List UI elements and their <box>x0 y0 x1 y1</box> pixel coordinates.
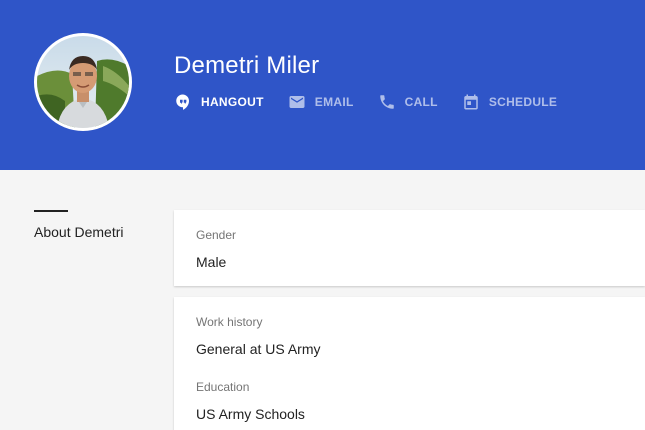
calendar-icon <box>464 94 478 110</box>
work-history-label: Work history <box>196 315 263 329</box>
phone-icon <box>379 95 394 109</box>
avatar[interactable] <box>34 33 132 131</box>
schedule-button[interactable]: SCHEDULE <box>462 93 557 111</box>
work-education-card: Work history General at US Army Educatio… <box>174 297 645 430</box>
gender-value: Male <box>196 254 227 270</box>
avatar-photo <box>37 36 129 128</box>
gender-label: Gender <box>196 228 237 242</box>
email-label: EMAIL <box>314 95 354 109</box>
call-button[interactable]: CALL <box>378 93 438 111</box>
email-button[interactable]: EMAIL <box>288 93 354 111</box>
section-title: About Demetri <box>34 224 124 240</box>
call-label: CALL <box>404 95 438 109</box>
schedule-label: SCHEDULE <box>488 95 558 109</box>
profile-name: Demetri Miler <box>174 52 320 79</box>
work-history-value: General at US Army <box>196 341 321 357</box>
education-value: US Army Schools <box>196 406 305 422</box>
education-label: Education <box>196 380 250 394</box>
gender-card: Gender Male <box>174 210 645 286</box>
contact-actions: HANGOUT EMAIL CALL SCHEDULE <box>174 92 581 112</box>
section-divider <box>34 210 68 212</box>
email-icon <box>289 96 305 108</box>
profile-header: Demetri Miler HANGOUT EMAIL CALL SCHEDUL… <box>0 0 645 170</box>
hangout-label: HANGOUT <box>201 95 264 109</box>
hangout-icon <box>176 94 189 110</box>
hangout-button[interactable]: HANGOUT <box>174 93 264 111</box>
